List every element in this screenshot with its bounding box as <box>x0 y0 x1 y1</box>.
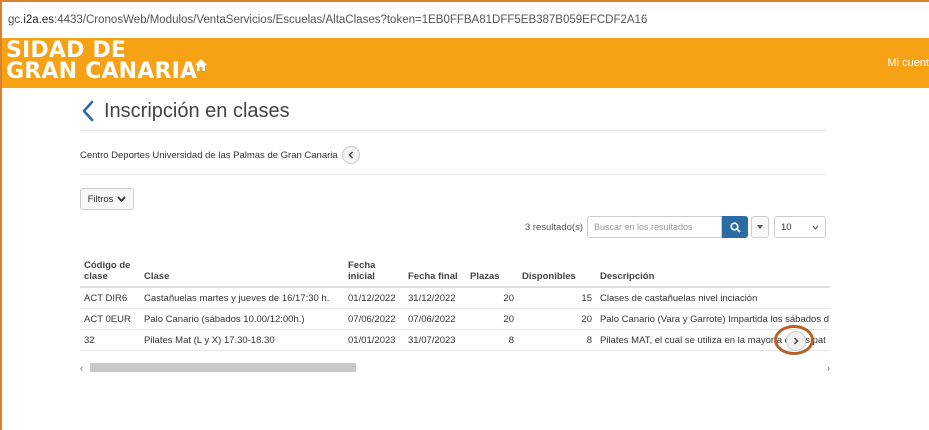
chevron-down-icon <box>117 196 127 202</box>
caret-down-icon <box>757 225 763 229</box>
brand-line-1: SIDAD DE <box>6 38 127 63</box>
col-header-disponibles[interactable]: Disponibles <box>518 242 596 288</box>
cell-codigo: ACT 0EUR <box>80 308 140 330</box>
brand-line-2: GRAN CANARIA <box>6 59 198 84</box>
page-size-value: 10 <box>781 221 792 233</box>
scrollbar-thumb[interactable] <box>90 363 356 372</box>
chevron-right-icon <box>794 337 799 345</box>
cell-clase: Castañuelas martes y jueves de 16/17:30 … <box>140 287 344 309</box>
filters-label: Filtros <box>87 193 114 205</box>
search-options-dropdown[interactable] <box>751 216 769 238</box>
col-header-descripcion[interactable]: Descripción <box>596 242 830 288</box>
address-bar[interactable]: gc.i2a.es:4433/CronosWeb/Modulos/VentaSe… <box>2 2 929 38</box>
cell-fecha-final: 31/12/2022 <box>404 287 466 309</box>
title-row: Inscripción en clases <box>80 96 290 126</box>
brand-logo[interactable]: SIDAD DE GRAN CANARIA <box>6 38 198 84</box>
cell-codigo: 32 <box>80 329 140 351</box>
filters-button[interactable]: Filtros <box>80 188 134 210</box>
cell-fecha-inicial: 01/12/2022 <box>344 287 404 309</box>
divider <box>80 130 826 131</box>
divider <box>80 174 826 175</box>
search-button[interactable] <box>722 216 748 238</box>
col-header-codigo[interactable]: Código de clase <box>80 242 140 288</box>
scroll-left-arrow-icon[interactable]: ‹ <box>80 363 83 373</box>
url-host: i2a.es <box>23 14 55 26</box>
cell-descripcion: Palo Canario (Vara y Garrote) Impartida … <box>596 308 830 330</box>
table-toolbar: 3 resultado(s) 10 <box>525 216 826 238</box>
classes-table: Código de clase Clase Fecha inicial Fech… <box>80 242 830 351</box>
chevron-down-icon <box>812 225 819 230</box>
account-menu[interactable]: Mi cuent <box>887 57 929 69</box>
col-header-plazas[interactable]: Plazas <box>466 242 518 288</box>
center-row: Centro Deportes Universidad de las Palma… <box>80 144 360 166</box>
col-header-clase[interactable]: Clase <box>140 242 344 288</box>
scroll-right-button[interactable] <box>786 331 806 351</box>
center-name: Centro Deportes Universidad de las Palma… <box>80 149 338 161</box>
table-row[interactable]: 32 Pilates Mat (L y X) 17.30-18.30 01/01… <box>80 329 830 351</box>
collapse-button[interactable] <box>341 146 360 164</box>
chevron-left-icon <box>348 151 353 159</box>
cell-codigo: ACT DIR6 <box>80 287 140 309</box>
cell-clase: Pilates Mat (L y X) 17.30-18.30 <box>140 329 344 351</box>
horizontal-scrollbar[interactable]: ‹ › <box>80 361 830 373</box>
cell-plazas: 20 <box>466 287 518 309</box>
table-viewport: Código de clase Clase Fecha inicial Fech… <box>80 242 830 352</box>
cell-fecha-final: 31/07/2023 <box>404 329 466 351</box>
scroll-right-arrow-icon[interactable]: › <box>827 363 830 373</box>
chevron-left-icon[interactable] <box>80 100 96 122</box>
url-prefix: gc. <box>8 14 24 26</box>
search-input[interactable] <box>587 216 722 238</box>
cell-disponibles: 20 <box>518 308 596 330</box>
col-header-fecha-final[interactable]: Fecha final <box>404 242 466 288</box>
cell-fecha-inicial: 07/06/2022 <box>344 308 404 330</box>
results-count: 3 resultado(s) <box>524 221 583 233</box>
url-path: :4433/CronosWeb/Modulos/VentaServicios/E… <box>54 14 648 26</box>
site-header: SIDAD DE GRAN CANARIA Mi cuent <box>2 38 929 88</box>
page-title: Inscripción en clases <box>104 99 290 122</box>
cell-fecha-inicial: 01/01/2023 <box>344 329 404 351</box>
page-size-select[interactable]: 10 <box>774 216 826 238</box>
table-row[interactable]: ACT DIR6 Castañuelas martes y jueves de … <box>80 287 830 309</box>
cell-plazas: 8 <box>466 329 518 351</box>
cell-clase: Palo Canario (sábados 10.00/12:00h.) <box>140 308 344 330</box>
search-icon <box>729 221 741 233</box>
cell-fecha-final: 07/06/2022 <box>404 308 466 330</box>
home-icon[interactable] <box>194 58 208 72</box>
cell-descripcion: Clases de castañuelas nivel inciación <box>596 287 830 309</box>
table-header-row: Código de clase Clase Fecha inicial Fech… <box>80 242 830 288</box>
col-header-fecha-inicial[interactable]: Fecha inicial <box>344 242 404 288</box>
cell-plazas: 20 <box>466 308 518 330</box>
cell-disponibles: 8 <box>518 329 596 351</box>
cell-disponibles: 15 <box>518 287 596 309</box>
table-row[interactable]: ACT 0EUR Palo Canario (sábados 10.00/12:… <box>80 308 830 330</box>
